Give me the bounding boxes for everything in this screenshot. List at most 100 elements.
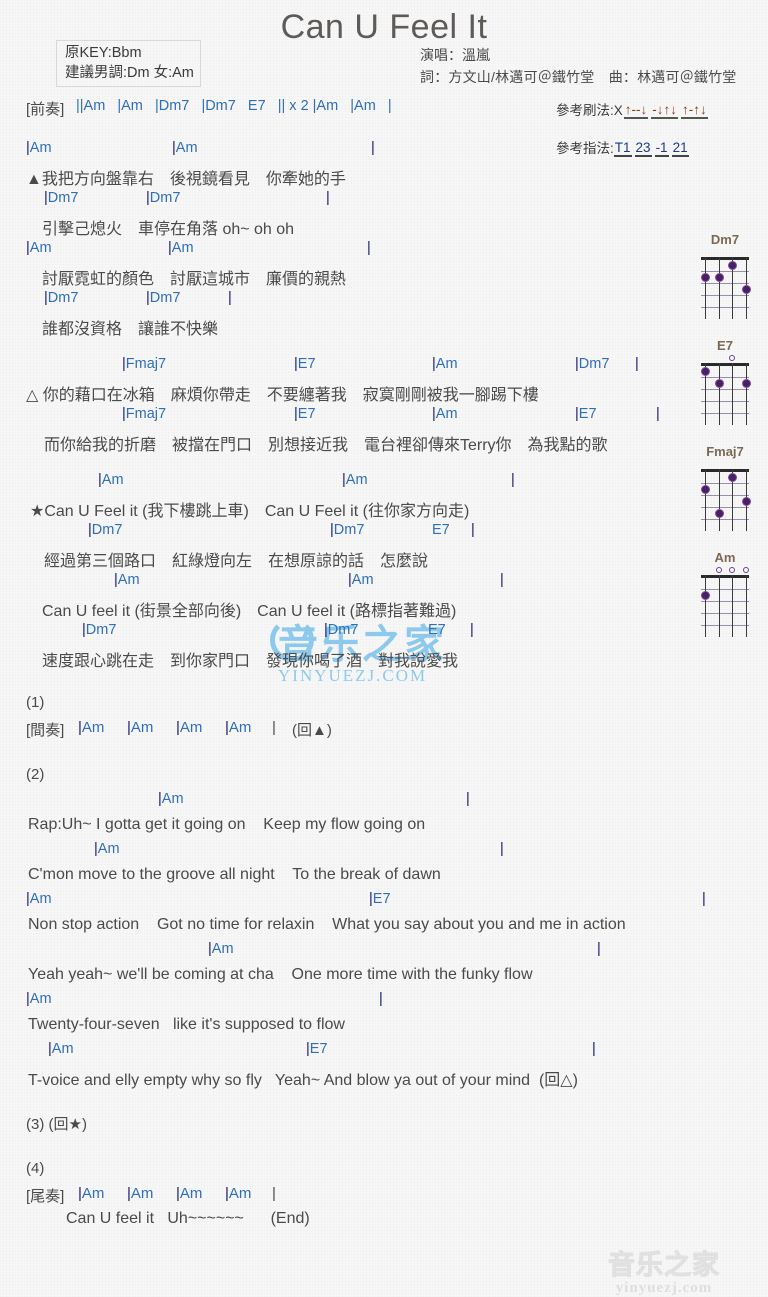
fretboard-grid bbox=[701, 363, 751, 425]
finger-dot bbox=[714, 378, 724, 388]
strum-label: 參考刷法:X bbox=[556, 103, 623, 118]
lyric-line: △ 你的藉口在冰箱 麻煩你帶走 不要纏著我 寂寞剛剛被我一腳踢下樓 bbox=[0, 381, 768, 406]
string-line bbox=[705, 575, 707, 637]
section-part-3: (3) (回★) bbox=[0, 1113, 768, 1138]
fretboard-grid bbox=[701, 575, 749, 637]
chord-line: |Am |Am | bbox=[0, 572, 768, 597]
open-circle-icon bbox=[729, 567, 735, 573]
finger-dot bbox=[701, 367, 711, 376]
chord-token: |Dm7 bbox=[324, 622, 359, 638]
text-token: 而你給我的折磨 被擋在門口 別想接近我 電台裡卻傳來Terry你 為我點的歌 bbox=[44, 437, 608, 454]
section-outro: (4) [尾奏] |Am |Am |Am |Am | Can U feel it Uh~~~~… bbox=[0, 1160, 768, 1235]
chord-token: |Am bbox=[127, 719, 154, 736]
section-rap: (2) |Am | Rap:Uh~ I gotta get it going on K… bbox=[0, 766, 768, 1091]
chord-token: |Am bbox=[432, 406, 458, 422]
finger-dot bbox=[728, 261, 738, 270]
lyric-line: 誰都沒資格 讓誰不快樂 bbox=[0, 315, 768, 340]
chord-token: |Am bbox=[158, 791, 184, 807]
mixed-line: [間奏] |Am |Am |Am |Am | (回▲) bbox=[0, 719, 768, 744]
nut bbox=[701, 469, 749, 472]
chord-line: |Am |Am | bbox=[0, 140, 768, 165]
chord-token: |Dm7 bbox=[330, 522, 365, 538]
nut bbox=[701, 363, 749, 366]
lyric-line: Rap:Uh~ I gotta get it going on Keep my … bbox=[0, 816, 768, 841]
strum-pattern-row: 參考刷法:X ↑--↓ -↓↑↓ ↑-↑↓ bbox=[556, 99, 708, 119]
fret-line bbox=[701, 413, 749, 415]
finger-dot bbox=[741, 378, 751, 388]
chord-token: |Am bbox=[48, 1041, 74, 1057]
chord-token: | bbox=[500, 841, 504, 857]
chord-token: |Am bbox=[98, 472, 124, 488]
lyric-line: ▲我把方向盤靠右 後視鏡看見 你牽她的手 bbox=[0, 165, 768, 190]
sheet-body: |Am |Am | ▲我把方向盤靠右 後視鏡看見 你牽她的手 |Dm7 |Dm7 | 引擊己熄… bbox=[0, 140, 768, 1235]
chord-token: |Am bbox=[176, 1185, 203, 1202]
chord-diagram-name: Fmaj7 bbox=[706, 444, 744, 459]
chord-token: |Am bbox=[342, 472, 368, 488]
finger-dot bbox=[741, 284, 751, 294]
finger-dot bbox=[701, 484, 711, 494]
chord-token: |Am bbox=[78, 1185, 105, 1202]
mixed-line: [尾奏] |Am |Am |Am |Am | bbox=[0, 1185, 768, 1210]
string-line bbox=[718, 575, 720, 637]
plain-line: (3) (回★) bbox=[0, 1113, 768, 1138]
chord-line: |Am |Am | bbox=[0, 472, 768, 497]
chord-token: |Dm7 bbox=[88, 522, 123, 538]
text-token: [尾奏] bbox=[26, 1188, 65, 1205]
chord-token: |Dm7 bbox=[146, 190, 181, 206]
chord-token: | bbox=[326, 190, 330, 206]
text-token: 誰都沒資格 讓誰不快樂 bbox=[42, 321, 219, 338]
chord-token: E7 bbox=[428, 622, 446, 638]
chord-token: | bbox=[597, 941, 601, 957]
lyric-line: 引擊己熄火 車停在角落 oh~ oh oh bbox=[0, 215, 768, 240]
text-token: ▲我把方向盤靠右 後視鏡看見 你牽她的手 bbox=[26, 171, 346, 188]
chord-token: |Am bbox=[432, 356, 458, 372]
chord-token: | bbox=[500, 572, 504, 588]
text-token: (4) bbox=[26, 1160, 45, 1177]
chord-token: | bbox=[466, 791, 470, 807]
text-token: Can U feel it Uh~~~~~~ (End) bbox=[66, 1210, 310, 1227]
chord-token: |Dm7 bbox=[44, 290, 79, 306]
chord-diagram-am: Am bbox=[690, 550, 760, 637]
chord-token: | bbox=[656, 406, 660, 422]
text-token: Can U feel it (街景全部向後) Can U feel it (路標… bbox=[42, 603, 457, 620]
fret-line bbox=[701, 589, 749, 591]
chord-token: |Am bbox=[26, 891, 52, 907]
open-string-markers bbox=[690, 460, 760, 469]
text-token: T-voice and elly empty why so fly Yeah~ … bbox=[28, 1072, 578, 1089]
chord-token: |Am bbox=[168, 240, 194, 256]
chord-token: |Am bbox=[172, 140, 198, 156]
string-line bbox=[718, 469, 720, 531]
chord-token: | bbox=[228, 290, 232, 306]
finger-dot bbox=[714, 272, 724, 282]
chord-token: | bbox=[592, 1041, 596, 1057]
chord-diagram-name: E7 bbox=[717, 338, 733, 353]
chord-token: |E7 bbox=[294, 406, 316, 422]
text-token: Non stop action Got no time for relaxin … bbox=[28, 916, 626, 933]
chord-token: |Am bbox=[94, 841, 120, 857]
fret-line bbox=[701, 283, 749, 285]
intro-line: [前奏] ||Am |Am |Dm7 |Dm7 E7 || x 2 |Am |A… bbox=[0, 98, 392, 123]
section-part-1: (1) [間奏] |Am |Am |Am |Am | (回▲) bbox=[0, 694, 768, 744]
chord-line: |Am | bbox=[0, 991, 768, 1016]
suggested-key: 建議男調:Dm 女:Am bbox=[65, 65, 194, 81]
strum-pattern: ↑--↓ -↓↑↓ ↑-↑↓ bbox=[623, 102, 708, 119]
key-info-box: 原KEY:Bbm 建議男調:Dm 女:Am bbox=[56, 40, 201, 87]
text-token: (3) (回★) bbox=[26, 1116, 87, 1133]
lyric-line: Non stop action Got no time for relaxin … bbox=[0, 916, 768, 941]
intro-label: [前奏] bbox=[26, 101, 65, 118]
chord-token: |Am bbox=[127, 1185, 154, 1202]
chord-line: |Dm7 |Dm7 E7 | bbox=[0, 622, 768, 647]
lyric-line: Can U feel it (街景全部向後) Can U feel it (路標… bbox=[0, 597, 768, 622]
fret-line bbox=[701, 483, 749, 485]
plain-line: (1) bbox=[0, 694, 768, 719]
text-token: (2) bbox=[26, 766, 45, 783]
text-token: 經過第三個路口 紅綠燈向左 在想原諒的話 怎麼說 bbox=[44, 553, 429, 570]
chord-line: |Am |E7 | bbox=[0, 891, 768, 916]
text-token: 速度跟心跳在走 到你家門口 發現你喝了酒 對我說愛我 bbox=[42, 653, 459, 670]
chord-token: |E7 bbox=[575, 406, 597, 422]
